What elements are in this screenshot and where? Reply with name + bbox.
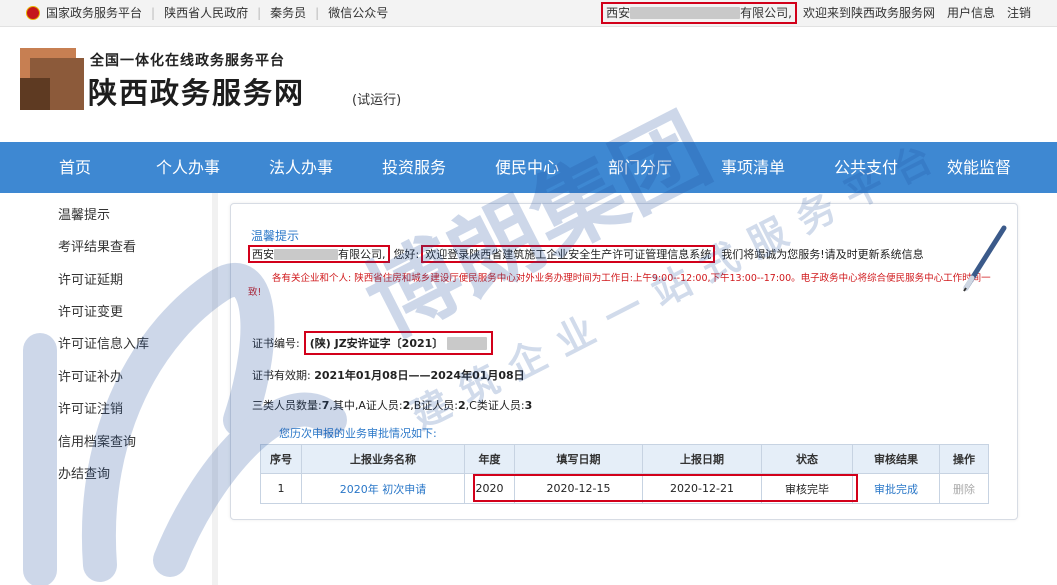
top-links: 国家政务服务平台 | 陕西省人民政府 | 秦务员 | 微信公众号 xyxy=(26,0,388,26)
trial-label: (试运行) xyxy=(352,93,402,108)
site-subtitle: 全国一体化在线政务服务平台 xyxy=(90,53,285,69)
personnel-count-row: 三类人员数量:7,其中,A证人员:2,B证人员:2,C类证人员:3 xyxy=(252,397,532,413)
company-prefix: 西安 xyxy=(252,248,274,261)
tip-title: 温馨提示 xyxy=(251,229,300,243)
table-header-row: 序号 上报业务名称 年度 填写日期 上报日期 状态 审核结果 操作 xyxy=(260,444,989,474)
review-result-link[interactable]: 审批完成 xyxy=(852,473,940,504)
counts-b-label: ,B证人员: xyxy=(410,399,459,412)
user-info-link[interactable]: 用户信息 xyxy=(947,0,995,26)
counts-a-label: ,其中,A证人员: xyxy=(329,399,403,412)
counts-c-label: ,C类证人员: xyxy=(465,399,525,412)
cert-label: 证书编号: xyxy=(252,337,300,350)
certificate-number: (陕) JZ安许证字〔2021〕 xyxy=(309,337,444,350)
top-link-wechat[interactable]: 微信公众号 xyxy=(328,0,388,26)
row-fill-date: 2020-12-15 xyxy=(514,473,643,504)
top-link-national-platform[interactable]: 国家政务服务平台 xyxy=(46,0,142,26)
user-company-name: 西安 有限公司, xyxy=(601,2,797,24)
sidebar-item-evaluation[interactable]: 考评结果查看 xyxy=(58,236,136,255)
sidebar-divider xyxy=(212,193,218,585)
top-link-provincial-government[interactable]: 陕西省人民政府 xyxy=(164,0,248,26)
redacted-mask xyxy=(630,7,741,19)
valid-range: 2021年01月08日——2024年01月08日 xyxy=(314,369,525,382)
office-hours-notice: 各有关企业和个人: 陕西省住房和城乡建设厅便民服务中心对外业务办理时间为工作日:… xyxy=(248,273,991,298)
top-bar: 国家政务服务平台 | 陕西省人民政府 | 秦务员 | 微信公众号 西安 有限公司… xyxy=(0,0,1057,27)
column-header: 上报日期 xyxy=(642,444,762,474)
application-table: 序号 上报业务名称 年度 填写日期 上报日期 状态 审核结果 操作 1 2020… xyxy=(260,444,989,504)
company-suffix: 有限公司, xyxy=(338,248,386,261)
row-year: 2020 xyxy=(464,473,515,504)
validity-row: 证书有效期: 2021年01月08日——2024年01月08日 xyxy=(252,367,525,383)
nav-legal-entity[interactable]: 法人办事 xyxy=(251,142,351,193)
sidebar-item-license-change[interactable]: 许可证变更 xyxy=(58,301,123,320)
table-row: 1 2020年 初次申请 2020 2020-12-15 2020-12-21 … xyxy=(260,473,989,504)
row-index: 1 xyxy=(260,473,302,504)
redacted-mask xyxy=(447,336,488,350)
national-emblem-icon xyxy=(26,6,40,20)
row-submit-date: 2020-12-21 xyxy=(642,473,762,504)
sidebar-item-license-reissue[interactable]: 许可证补办 xyxy=(58,366,123,385)
sidebar: 温馨提示 考评结果查看 许可证延期 许可证变更 许可证信息入库 许可证补办 许可… xyxy=(0,193,215,585)
column-header: 审核结果 xyxy=(852,444,940,474)
column-header: 填写日期 xyxy=(514,444,643,474)
redacted-mask xyxy=(274,248,338,260)
top-user-area: 西安 有限公司, 欢迎来到陕西政务服务网 用户信息 注销 xyxy=(601,0,1031,26)
nav-departments[interactable]: 部门分厅 xyxy=(590,142,690,193)
site-header: 全国一体化在线政务服务平台 陕西政务服务网 (试运行) xyxy=(0,27,1057,142)
nav-supervision[interactable]: 效能监督 xyxy=(929,142,1029,193)
nav-convenience[interactable]: 便民中心 xyxy=(477,142,577,193)
valid-label: 证书有效期: xyxy=(252,369,311,382)
counts-c: 3 xyxy=(524,399,533,412)
system-welcome-text: 欢迎登录陕西省建筑施工企业安全生产许可证管理信息系统 xyxy=(425,248,712,261)
separator: | xyxy=(257,6,262,20)
row-status: 审核完毕 xyxy=(761,473,853,504)
sidebar-item-credit-query[interactable]: 信用档案查询 xyxy=(58,431,136,450)
separator: | xyxy=(315,6,320,20)
column-header: 上报业务名称 xyxy=(301,444,465,474)
sidebar-item-license-extension[interactable]: 许可证延期 xyxy=(58,269,123,288)
top-link-qinwuyuan[interactable]: 秦务员 xyxy=(270,0,306,26)
service-text: 我们将竭诚为您服务!请及时更新系统信息 xyxy=(721,248,924,261)
certificate-number-box: (陕) JZ安许证字〔2021〕 xyxy=(303,331,494,355)
nav-personal[interactable]: 个人办事 xyxy=(138,142,238,193)
site-logo-icon[interactable] xyxy=(20,48,84,110)
nav-item-list[interactable]: 事项清单 xyxy=(703,142,803,193)
column-header: 操作 xyxy=(939,444,989,474)
nav-home[interactable]: 首页 xyxy=(25,142,125,193)
history-label: 您历次申报的业务审批情况如下: xyxy=(279,427,437,440)
delete-button[interactable]: 删除 xyxy=(939,473,989,504)
column-header: 序号 xyxy=(260,444,302,474)
sidebar-item-license-cancel[interactable]: 许可证注销 xyxy=(58,398,123,417)
logout-link[interactable]: 注销 xyxy=(1007,0,1031,26)
pen-icon xyxy=(963,225,1007,292)
welcome-line: 西安 有限公司, 您好: 欢迎登录陕西省建筑施工企业安全生产许可证管理信息系统 … xyxy=(248,243,924,265)
welcome-text: 欢迎来到陕西政务服务网 xyxy=(802,6,935,20)
company-suffix: 有限公司, xyxy=(740,6,792,20)
greeting-text: 您好: xyxy=(393,248,420,261)
sidebar-item-completed-query[interactable]: 办结查询 xyxy=(58,463,110,482)
main-nav: 首页 个人办事 法人办事 投资服务 便民中心 部门分厅 事项清单 公共支付 效能… xyxy=(0,142,1057,193)
column-header: 年度 xyxy=(464,444,515,474)
nav-investment[interactable]: 投资服务 xyxy=(364,142,464,193)
business-name-link[interactable]: 2020年 初次申请 xyxy=(301,473,465,504)
sidebar-item-tips[interactable]: 温馨提示 xyxy=(58,204,110,223)
column-header: 状态 xyxy=(761,444,853,474)
site-title: 陕西政务服务网 xyxy=(88,76,306,110)
company-prefix: 西安 xyxy=(606,6,631,20)
company-name-box: 西安 有限公司, xyxy=(248,245,390,263)
nav-public-payment[interactable]: 公共支付 xyxy=(816,142,916,193)
system-welcome-box: 欢迎登录陕西省建筑施工企业安全生产许可证管理信息系统 xyxy=(421,245,716,263)
counts-b: 2 xyxy=(458,399,466,412)
counts-label: 三类人员数量: xyxy=(252,399,322,412)
certificate-row: 证书编号: (陕) JZ安许证字〔2021〕 xyxy=(252,330,494,356)
sidebar-item-license-entry[interactable]: 许可证信息入库 xyxy=(58,333,149,352)
separator: | xyxy=(151,6,156,20)
